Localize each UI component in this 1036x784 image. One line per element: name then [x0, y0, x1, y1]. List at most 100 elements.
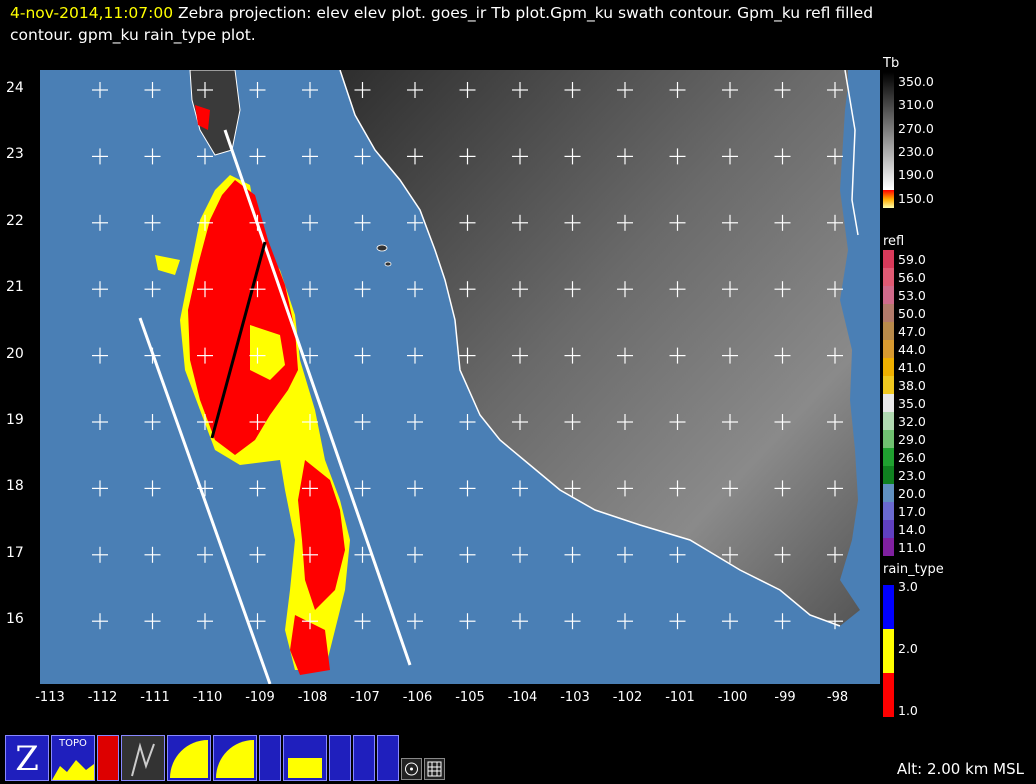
refl-swatch: [883, 250, 894, 268]
icon-toolbar: Z TOPO: [5, 733, 445, 781]
lat-label: 16: [6, 611, 24, 628]
refl-swatch: [883, 376, 894, 394]
refl-label: 41.0: [898, 360, 926, 375]
sounds-icon[interactable]: [377, 735, 399, 781]
lat-label: 20: [6, 345, 24, 362]
lon-label: -103: [560, 690, 590, 705]
tb-label: 190.0: [898, 167, 934, 183]
map-icon[interactable]: [353, 735, 375, 781]
refl-swatch: [883, 466, 894, 484]
map-canvas: [40, 70, 880, 684]
lon-label: -110: [192, 690, 223, 705]
rain-type-swatch: [883, 585, 894, 629]
refl-label: 29.0: [898, 432, 926, 447]
refl-label: 50.0: [898, 306, 926, 321]
refl-swatch: [883, 286, 894, 304]
lon-label: -100: [717, 690, 748, 705]
rain-type-legend-title: rain_type: [883, 562, 944, 577]
refl-label: 53.0: [898, 288, 926, 303]
lon-label: -98: [826, 690, 849, 705]
sf-gpm-icon[interactable]: [283, 735, 327, 781]
title-line2: contour. gpm_ku rain_type plot.: [10, 26, 256, 44]
lon-label: -109: [245, 690, 275, 705]
refl-swatch: [883, 538, 894, 556]
grid-icon[interactable]: [424, 758, 445, 780]
refl-label: 59.0: [898, 252, 926, 267]
rain-type-swatch: [883, 673, 894, 717]
refl-swatch: [883, 340, 894, 358]
refl-label: 35.0: [898, 396, 926, 411]
refl-label: 32.0: [898, 414, 926, 429]
title-line1: Zebra projection: elev elev plot. goes_i…: [178, 4, 874, 22]
refl-label: 44.0: [898, 342, 926, 357]
lon-label: -105: [455, 690, 485, 705]
refl-swatch: [883, 430, 894, 448]
lon-label: -111: [140, 690, 170, 705]
topo-icon[interactable]: TOPO: [51, 735, 95, 781]
refl-label: 38.0: [898, 378, 926, 393]
lon-label: -112: [87, 690, 118, 705]
lon-label: -113: [35, 690, 65, 705]
rain-type-swatch: [883, 629, 894, 673]
refl-label: 56.0: [898, 270, 926, 285]
tb-label: 230.0: [898, 143, 934, 159]
tb-legend-title: Tb: [883, 56, 900, 71]
kbrr-icon[interactable]: [121, 735, 165, 781]
tb-label: 350.0: [898, 74, 934, 89]
rain-type-label: 2.0: [898, 641, 918, 656]
lon-label: -107: [350, 690, 380, 705]
lon-label: -102: [612, 690, 643, 705]
refl-label: 11.0: [898, 540, 926, 555]
lat-label: 22: [6, 212, 24, 229]
refl-label: 17.0: [898, 504, 926, 519]
zebra-logo-icon[interactable]: Z: [5, 735, 49, 781]
svg-text:Z: Z: [15, 739, 39, 779]
lon-label: -108: [297, 690, 328, 705]
tb-colorbar: [883, 72, 894, 190]
refl-swatch: [883, 412, 894, 430]
tb-label: 150.0: [898, 190, 934, 206]
lon-label: -101: [665, 690, 695, 705]
tb-label: 310.0: [898, 97, 934, 113]
refl-swatch: [883, 502, 894, 520]
lon-label: -99: [774, 690, 796, 705]
lat-label: 17: [6, 544, 24, 561]
refl-swatch: [883, 394, 894, 412]
refl-swatch: [883, 358, 894, 376]
gpm-icon[interactable]: [259, 735, 281, 781]
ir-icon[interactable]: [97, 735, 119, 781]
tb-colorbar-cold: [883, 190, 894, 208]
refl-swatch: [883, 322, 894, 340]
refl-label: 26.0: [898, 450, 926, 465]
refl-label: 20.0: [898, 486, 926, 501]
refl-label: 47.0: [898, 324, 926, 339]
gulf-ocean: [848, 70, 880, 240]
lat-label: 18: [6, 478, 24, 495]
map-plot[interactable]: [40, 70, 880, 684]
rain-type-label: 3.0: [898, 579, 918, 594]
lon-label: -106: [402, 690, 433, 705]
target-icon[interactable]: [401, 758, 422, 780]
lat-label: 24: [6, 80, 24, 96]
timestamp: 4-nov-2014,11:07:00: [10, 4, 174, 22]
plot-title: 4-nov-2014,11:07:00 Zebra projection: el…: [10, 2, 1020, 46]
refl-swatch: [883, 304, 894, 322]
refl-swatch: [883, 520, 894, 538]
refl-label: 23.0: [898, 468, 926, 483]
lat-label: 23: [6, 146, 24, 163]
gpm-ku-icon[interactable]: [167, 735, 211, 781]
tb-label: 270.0: [898, 120, 934, 136]
refl-swatch: [883, 448, 894, 466]
map-icon[interactable]: [329, 735, 351, 781]
refl-swatch: [883, 484, 894, 502]
refl-label: 14.0: [898, 522, 926, 537]
gpm-ku-icon[interactable]: [213, 735, 257, 781]
lat-label: 19: [6, 412, 24, 428]
refl-swatch: [883, 268, 894, 286]
lat-label: 21: [6, 279, 24, 296]
refl-legend-title: refl: [883, 234, 905, 249]
altitude-status: Alt: 2.00 km MSL: [896, 760, 1024, 778]
lon-label: -104: [507, 690, 538, 705]
lat-lon-grid: [92, 82, 843, 630]
rain-type-label: 1.0: [898, 703, 918, 718]
